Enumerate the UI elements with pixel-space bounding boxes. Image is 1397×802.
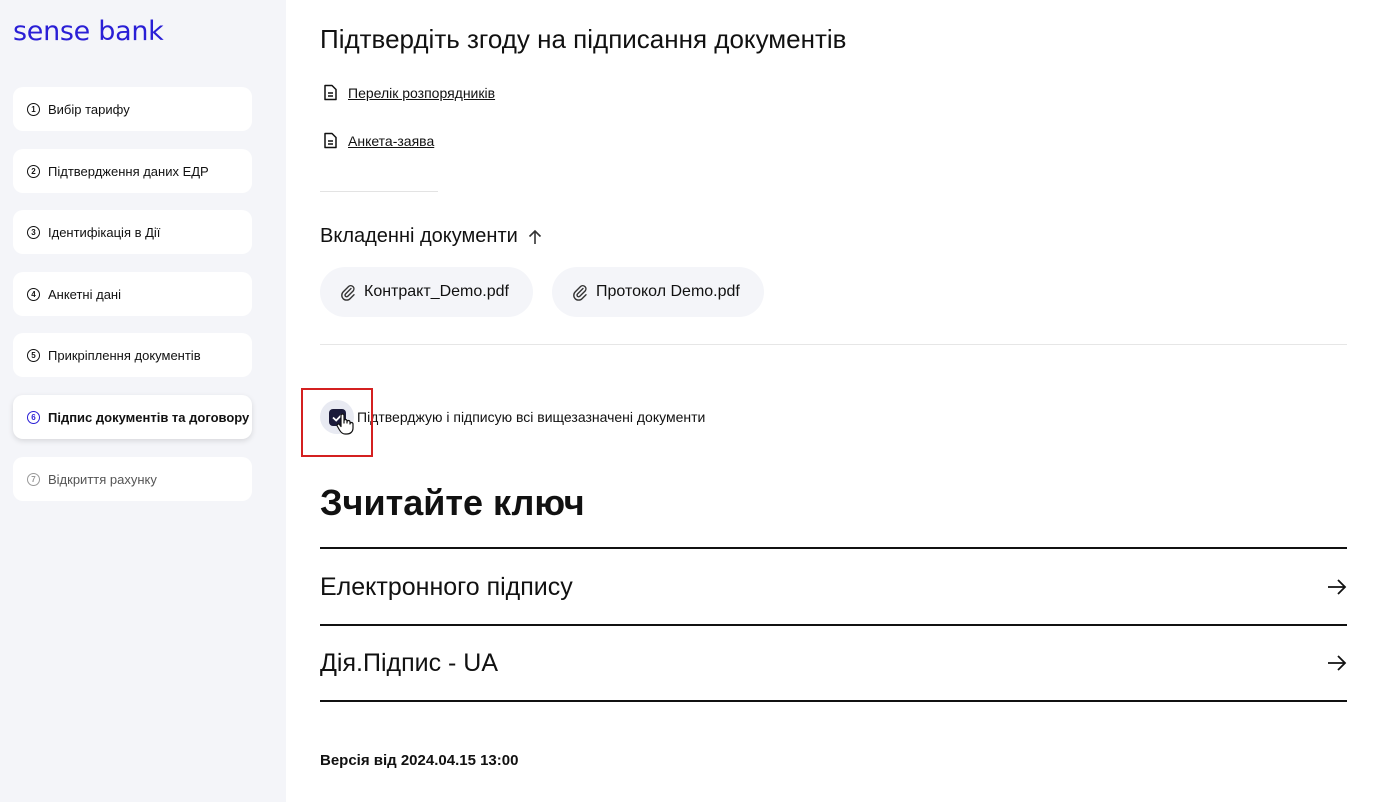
step-number: 5 bbox=[27, 348, 40, 362]
step-label: Ідентифікація в Дії bbox=[48, 224, 161, 240]
sidebar-step-tariff[interactable]: 1 Вибір тарифу bbox=[13, 87, 252, 131]
arrow-right-icon bbox=[1328, 579, 1347, 595]
main-content: Підтвердіть згоду на підписання документ… bbox=[301, 0, 1347, 802]
arrow-right-icon bbox=[1328, 655, 1347, 671]
doc-link-label: Перелік розпорядників bbox=[348, 84, 496, 101]
divider bbox=[320, 344, 1347, 345]
hand-pointer-icon bbox=[336, 413, 354, 435]
paperclip-icon bbox=[573, 285, 587, 301]
sidebar: sense bank 1 Вибір тарифу 2 Підтвердженн… bbox=[0, 0, 286, 802]
key-option-electronic-signature[interactable]: Електронного підпису bbox=[320, 547, 1347, 625]
step-label: Вибір тарифу bbox=[48, 101, 130, 117]
arrow-up-icon bbox=[528, 229, 541, 244]
read-key-title: Зчитайте ключ bbox=[320, 482, 585, 523]
doc-link-application-form[interactable]: Анкета-заява bbox=[322, 132, 434, 149]
attached-documents-title: Вкладенні документи bbox=[320, 225, 518, 247]
step-number: 3 bbox=[27, 225, 40, 239]
step-label: Прикріплення документів bbox=[48, 347, 201, 363]
paperclip-icon bbox=[341, 285, 355, 301]
attachment-filename: Контракт_Demo.pdf bbox=[364, 283, 509, 300]
key-option-label: Електронного підпису bbox=[320, 572, 573, 601]
step-label: Відкриття рахунку bbox=[48, 471, 157, 487]
step-label: Підпис документів та договору bbox=[48, 409, 250, 425]
step-label: Анкетні дані bbox=[48, 286, 121, 302]
sidebar-step-sign-documents[interactable]: 6 Підпис документів та договору bbox=[13, 395, 252, 439]
sidebar-step-attach-documents[interactable]: 5 Прикріплення документів bbox=[13, 333, 252, 377]
confirm-checkbox-label[interactable]: Підтверджую і підписую всі вищезазначені… bbox=[357, 409, 705, 425]
attached-documents-toggle[interactable]: Вкладенні документи bbox=[320, 225, 542, 248]
step-number: 4 bbox=[27, 287, 40, 301]
doc-link-label: Анкета-заява bbox=[348, 132, 435, 149]
attachment-filename: Протокол Demo.pdf bbox=[596, 283, 740, 300]
document-icon bbox=[324, 84, 337, 101]
step-number: 2 bbox=[27, 164, 40, 178]
step-number: 6 bbox=[27, 410, 40, 424]
sense-bank-logo[interactable]: sense bank bbox=[13, 16, 164, 47]
attachment-contract[interactable]: Контракт_Demo.pdf bbox=[320, 267, 533, 317]
key-option-diia-signature[interactable]: Дія.Підпис - UA bbox=[320, 624, 1347, 702]
sidebar-step-diia-identification[interactable]: 3 Ідентифікація в Дії bbox=[13, 210, 252, 254]
step-number: 7 bbox=[27, 472, 40, 486]
page-title: Підтвердіть згоду на підписання документ… bbox=[320, 24, 847, 54]
document-icon bbox=[324, 132, 337, 149]
sidebar-step-questionnaire[interactable]: 4 Анкетні дані bbox=[13, 272, 252, 316]
sidebar-step-open-account[interactable]: 7 Відкриття рахунку bbox=[13, 457, 252, 501]
step-number: 1 bbox=[27, 102, 40, 116]
attachment-protocol[interactable]: Протокол Demo.pdf bbox=[552, 267, 764, 317]
version-text: Версія від 2024.04.15 13:00 bbox=[320, 752, 519, 769]
sidebar-step-edr[interactable]: 2 Підтвердження даних ЕДР bbox=[13, 149, 252, 193]
step-label: Підтвердження даних ЕДР bbox=[48, 163, 209, 179]
key-option-label: Дія.Підпис - UA bbox=[320, 648, 499, 677]
doc-link-managers-list[interactable]: Перелік розпорядників bbox=[322, 84, 495, 101]
divider bbox=[320, 191, 438, 192]
